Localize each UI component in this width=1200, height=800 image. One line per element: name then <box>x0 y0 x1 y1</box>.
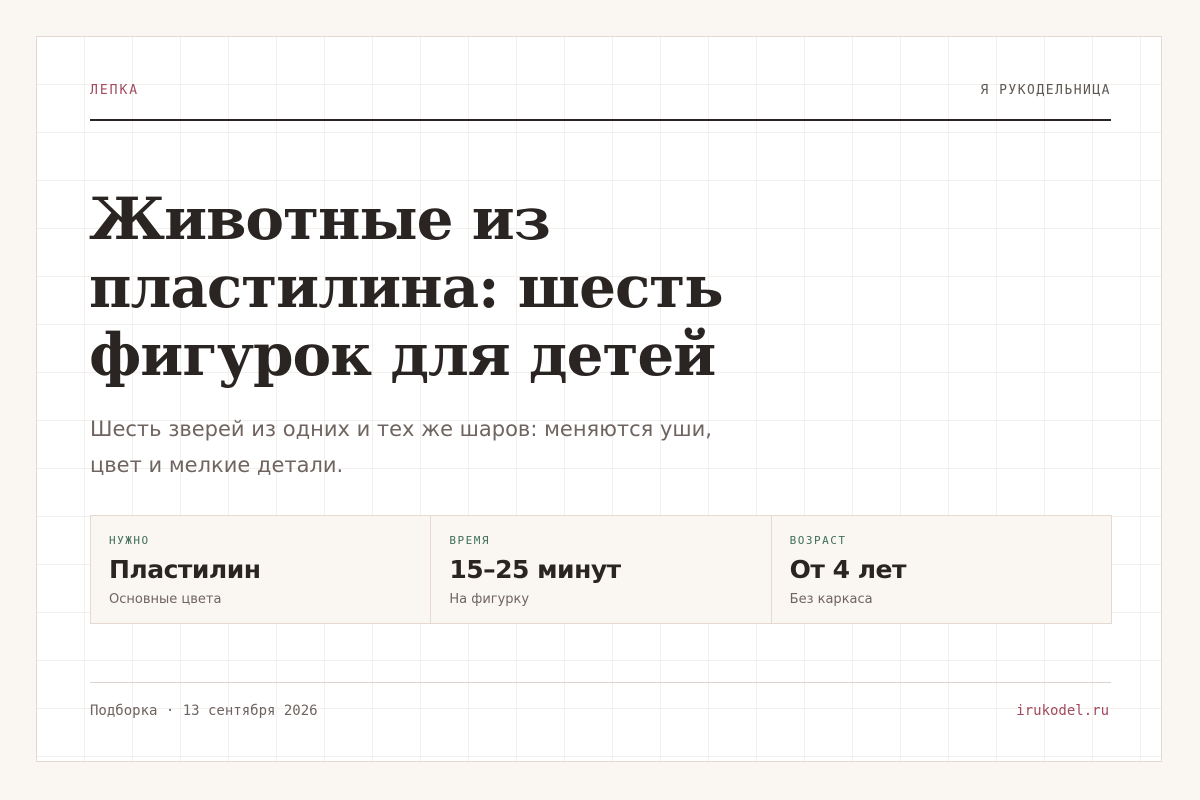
site-link[interactable]: irukodel.ru <box>1016 703 1109 719</box>
fact-note: Без каркаса <box>789 592 873 607</box>
article-card: ЛЕПКА Я РУКОДЕЛЬНИЦА Животные из пластил… <box>36 36 1162 762</box>
fact-time: ВРЕМЯ 15–25 минут На фигурку <box>430 516 770 623</box>
fact-label: ВОЗРАСТ <box>789 534 847 547</box>
header-bar: ЛЕПКА Я РУКОДЕЛЬНИЦА <box>90 83 1111 121</box>
fact-note: На фигурку <box>449 592 530 607</box>
footer-divider <box>90 682 1111 683</box>
article-subtitle: Шесть зверей из одних и тех же шаров: ме… <box>90 417 712 477</box>
page-title: Животные из пластилина: шесть фигурок дл… <box>89 185 724 389</box>
fact-value: Пластилин <box>109 555 261 584</box>
fact-age: ВОЗРАСТ От 4 лет Без каркаса <box>770 516 1111 623</box>
site-brand[interactable]: Я РУКОДЕЛЬНИЦА <box>980 83 1111 98</box>
article-meta: Подборка · 13 сентября 2026 <box>90 703 318 719</box>
category-label[interactable]: ЛЕПКА <box>90 83 139 98</box>
fact-value: От 4 лет <box>789 555 907 584</box>
facts-panel: НУЖНО Пластилин Основные цвета ВРЕМЯ 15–… <box>90 515 1112 624</box>
fact-note: Основные цвета <box>109 592 222 607</box>
fact-materials: НУЖНО Пластилин Основные цвета <box>91 516 430 623</box>
fact-value: 15–25 минут <box>449 555 621 584</box>
fact-label: НУЖНО <box>109 534 150 547</box>
fact-label: ВРЕМЯ <box>449 534 490 547</box>
